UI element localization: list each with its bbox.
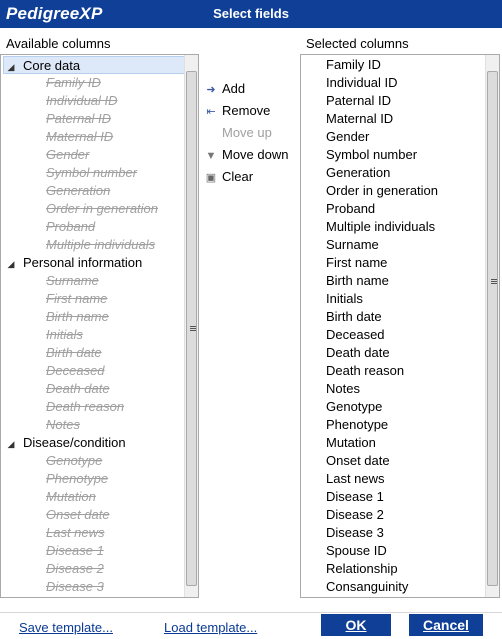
tree-item[interactable]: Family ID xyxy=(46,74,101,92)
move-down-label: Move down xyxy=(222,147,289,162)
tree-group-label: Core data xyxy=(23,58,81,73)
available-columns-tree[interactable]: ◢ Core data Family ID Individual ID Pater… xyxy=(0,54,199,598)
list-item[interactable]: Mutation xyxy=(326,434,376,452)
move-up-label: Move up xyxy=(222,125,272,140)
tree-item[interactable]: Disease 1 xyxy=(46,542,104,560)
tree-item[interactable]: Birth name xyxy=(46,308,109,326)
list-item[interactable]: Genotype xyxy=(326,398,382,416)
add-arrow-icon: ➜ xyxy=(206,83,216,96)
window-title: Select fields xyxy=(213,6,289,21)
tree-item[interactable]: Order in generation xyxy=(46,200,158,218)
tree-group-disease-condition[interactable]: ◢ Disease/condition xyxy=(4,434,187,452)
tree-item[interactable]: Death date xyxy=(46,380,110,398)
list-item[interactable]: Paternal ID xyxy=(326,92,391,110)
list-item[interactable]: Phenotype xyxy=(326,416,388,434)
tree-item[interactable]: Multiple individuals xyxy=(46,236,155,254)
tree-item[interactable]: Maternal ID xyxy=(46,128,113,146)
tree-group-label: Personal information xyxy=(23,255,143,270)
selected-columns-label: Selected columns xyxy=(306,36,409,51)
tree-item[interactable]: Disease 3 xyxy=(46,578,104,596)
tree-item[interactable]: Gender xyxy=(46,146,89,164)
list-item[interactable]: Family ID xyxy=(326,56,381,74)
list-item[interactable]: Initials xyxy=(326,290,363,308)
ok-button[interactable]: OK xyxy=(321,614,391,636)
list-item[interactable]: Relationship xyxy=(326,560,398,578)
load-template-link[interactable]: Load template... xyxy=(164,620,257,635)
tree-item[interactable]: Deceased xyxy=(46,362,105,380)
available-scroll-thumb[interactable] xyxy=(186,71,197,586)
tree-item[interactable]: Birth date xyxy=(46,344,102,362)
eraser-icon: ▣ xyxy=(205,171,217,184)
list-item[interactable]: Generation xyxy=(326,164,390,182)
list-item[interactable]: Maternal ID xyxy=(326,110,393,128)
add-label: Add xyxy=(222,81,246,96)
tree-item[interactable]: Generation xyxy=(46,182,110,200)
tree-item[interactable]: Mutation xyxy=(46,488,96,506)
list-item[interactable]: Notes xyxy=(326,380,360,398)
selected-columns-list[interactable]: Family ID Individual ID Paternal ID Mate… xyxy=(300,54,500,598)
list-item[interactable]: Multiple individuals xyxy=(326,218,435,236)
list-item[interactable]: Symbol number xyxy=(326,146,417,164)
list-item[interactable]: Birth date xyxy=(326,308,382,326)
list-item[interactable]: Death reason xyxy=(326,362,404,380)
list-item[interactable]: Death date xyxy=(326,344,390,362)
selected-scrollbar[interactable] xyxy=(485,55,499,597)
tree-item[interactable]: Surname xyxy=(46,272,99,290)
tree-item[interactable]: Disease 2 xyxy=(46,560,104,578)
tree-item[interactable]: Initials xyxy=(46,326,83,344)
tree-group-core-data[interactable]: ◢ Core data xyxy=(3,56,186,74)
save-template-link[interactable]: Save template... xyxy=(19,620,113,635)
move-up-button[interactable]: Move up xyxy=(203,123,272,143)
selected-scroll-thumb[interactable] xyxy=(487,71,498,586)
list-item[interactable]: Onset date xyxy=(326,452,390,470)
list-item[interactable]: Order in generation xyxy=(326,182,438,200)
tree-item[interactable]: Last news xyxy=(46,524,105,542)
add-button[interactable]: ➜ Add xyxy=(203,79,245,99)
grip-icon xyxy=(190,326,196,331)
tree-item[interactable]: Death reason xyxy=(46,398,124,416)
list-item[interactable]: First name xyxy=(326,254,387,272)
grip-icon xyxy=(491,279,497,284)
list-item[interactable]: Spouse ID xyxy=(326,542,387,560)
available-scrollbar[interactable] xyxy=(184,55,198,597)
clear-button[interactable]: ▣ Clear xyxy=(203,167,253,187)
tree-item[interactable]: Proband xyxy=(46,218,95,236)
tree-item[interactable]: First name xyxy=(46,290,107,308)
list-item[interactable]: Disease 2 xyxy=(326,506,384,524)
available-columns-label: Available columns xyxy=(6,36,111,51)
tree-item[interactable]: Notes xyxy=(46,416,80,434)
tree-item[interactable]: Onset date xyxy=(46,506,110,524)
collapse-arrow-icon[interactable]: ◢ xyxy=(4,435,18,453)
remove-button[interactable]: ⇤ Remove xyxy=(203,101,270,121)
list-item[interactable]: Birth name xyxy=(326,272,389,290)
clear-label: Clear xyxy=(222,169,254,184)
tree-item[interactable]: Individual ID xyxy=(46,92,118,110)
tree-group-label: Disease/condition xyxy=(23,435,126,450)
tree-item[interactable]: Paternal ID xyxy=(46,110,111,128)
collapse-arrow-icon[interactable]: ◢ xyxy=(4,58,18,76)
list-item[interactable]: Deceased xyxy=(326,326,385,344)
tree-item[interactable]: Phenotype xyxy=(46,470,108,488)
list-item[interactable]: Disease 1 xyxy=(326,488,384,506)
collapse-arrow-icon[interactable]: ◢ xyxy=(4,255,18,273)
list-item[interactable]: Gender xyxy=(326,128,369,146)
cancel-button[interactable]: Cancel xyxy=(409,614,483,636)
move-down-button[interactable]: ▼ Move down xyxy=(203,145,289,165)
list-item[interactable]: Individual ID xyxy=(326,74,398,92)
list-item[interactable]: Proband xyxy=(326,200,375,218)
title-bar: PedigreeXP Select fields xyxy=(0,0,502,28)
list-item[interactable]: Consanguinity xyxy=(326,578,408,596)
remove-label: Remove xyxy=(222,103,271,118)
list-item[interactable]: Last news xyxy=(326,470,385,488)
tree-group-personal-information[interactable]: ◢ Personal information xyxy=(4,254,187,272)
remove-arrow-icon: ⇤ xyxy=(206,105,216,118)
tree-item[interactable]: Genotype xyxy=(46,452,102,470)
tree-item[interactable]: Symbol number xyxy=(46,164,137,182)
list-item[interactable]: Surname xyxy=(326,236,379,254)
move-down-icon: ▼ xyxy=(205,149,217,162)
list-item[interactable]: Disease 3 xyxy=(326,524,384,542)
